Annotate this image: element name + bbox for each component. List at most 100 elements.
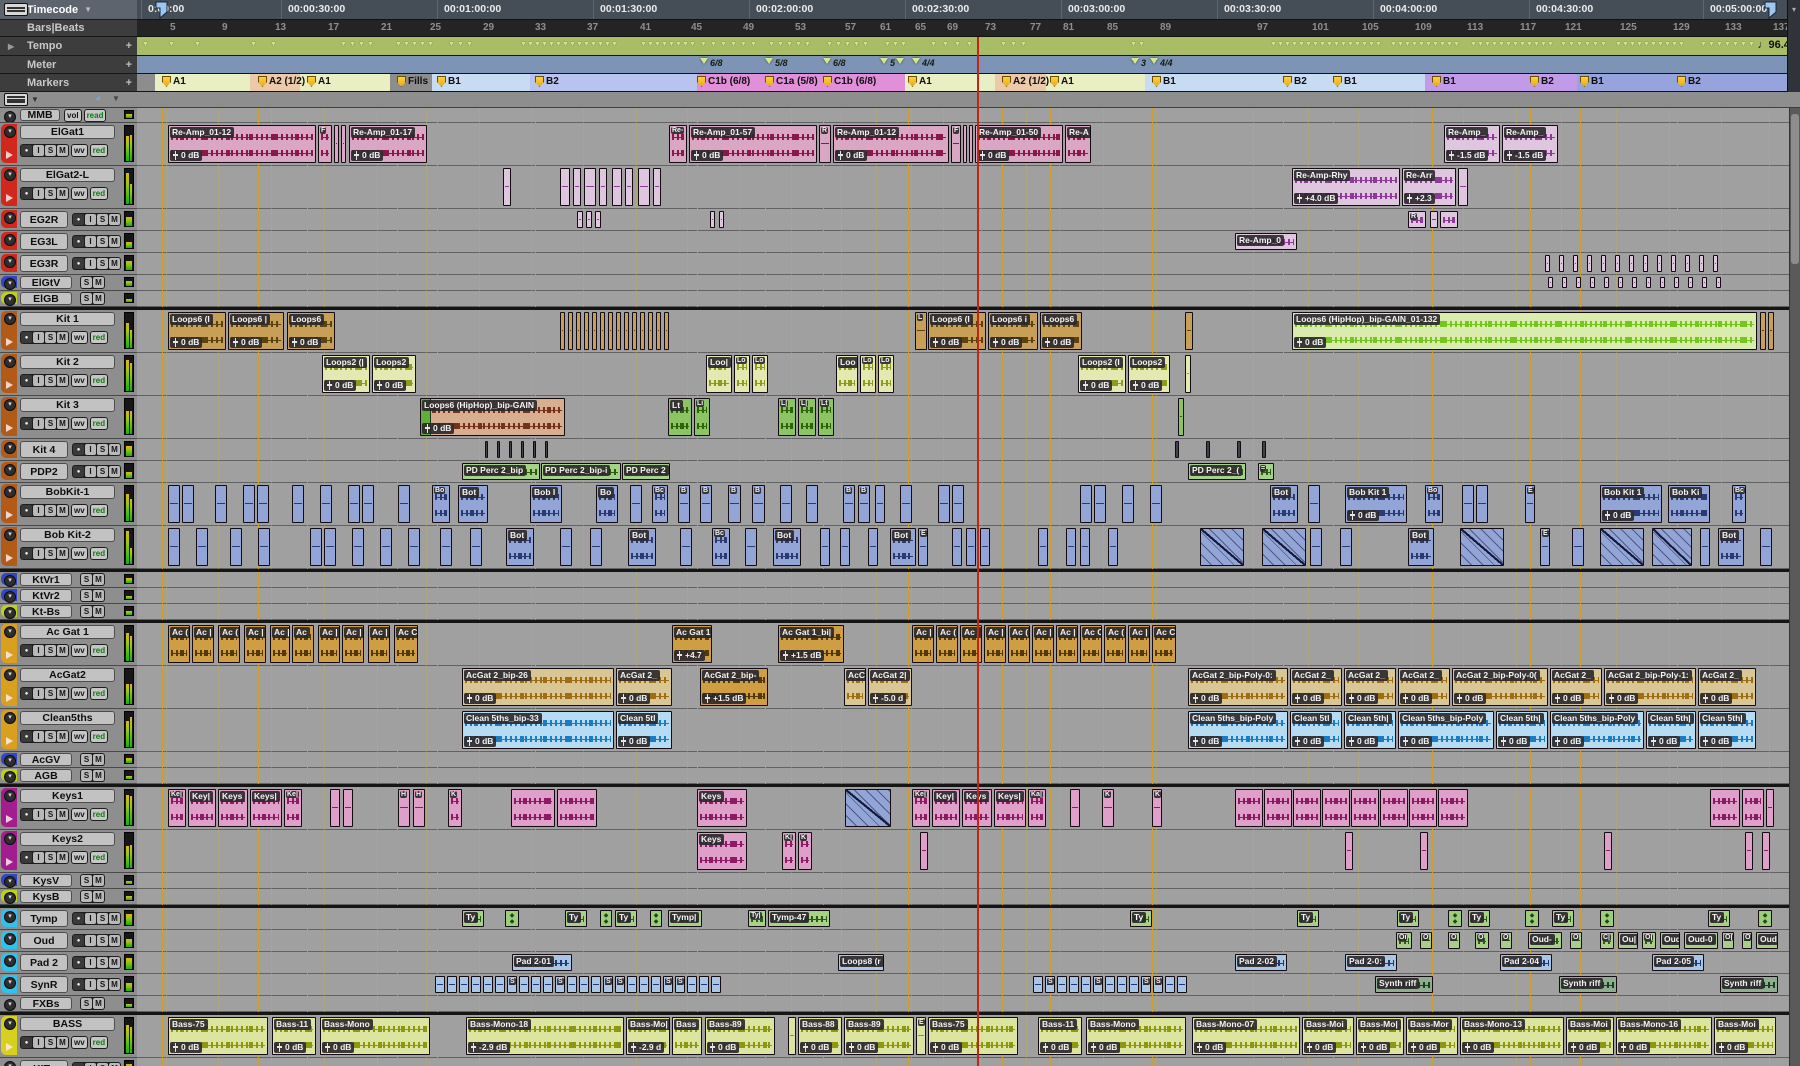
audio-clip[interactable]: Loops2 (I0 dB (1078, 355, 1126, 393)
audio-clip[interactable]: Bc (652, 485, 668, 523)
track-lane-elgat1[interactable]: Re-Amp_01-120 dBFRe-Amp_01-170 dBRe-Re-A… (137, 123, 1790, 166)
audio-clip[interactable] (576, 312, 581, 350)
audio-clip[interactable]: O (1500, 932, 1512, 949)
mute-button[interactable]: M (57, 418, 68, 429)
audio-clip[interactable]: K (1102, 789, 1114, 827)
mute-button[interactable]: M (93, 754, 104, 765)
track-name[interactable]: MMB (20, 109, 60, 121)
tempo-change-icon[interactable]: ▼ (1748, 41, 1755, 49)
audio-clip[interactable] (608, 312, 613, 350)
audio-clip[interactable]: Ac C (394, 625, 418, 663)
track-collapse-button[interactable]: ▾ (4, 169, 16, 181)
audio-clip[interactable]: Keys| (994, 789, 1026, 827)
track-collapse-button[interactable]: ▾ (4, 1018, 16, 1030)
record-enable-button[interactable]: ● (21, 852, 32, 863)
track-lane-kt-bs[interactable] (137, 604, 1790, 620)
track-color-tab[interactable]: ▾ (1, 710, 17, 749)
tempo-change-icon[interactable]: ▼ (548, 41, 555, 49)
track-lane-ac-gat-1[interactable]: Ac (Ac |Ac (Ac |Ac |AcAc |Ac |Ac |Ac CAc… (137, 623, 1790, 666)
audio-clip[interactable]: AcGat 2_0 dB (1698, 668, 1756, 706)
track-list-view-icon[interactable] (4, 93, 28, 106)
track-collapse-button[interactable]: ▾ (4, 356, 16, 368)
track-color-tab[interactable]: ▾ (1, 931, 17, 949)
audio-clip[interactable] (168, 528, 180, 566)
tempo-change-icon[interactable]: ▼ (1397, 41, 1404, 49)
audio-clip[interactable]: Bass-880 dB (798, 1017, 842, 1055)
audio-clip[interactable] (1409, 789, 1437, 827)
marker-flag-icon[interactable] (1002, 76, 1011, 87)
input-monitor-button[interactable]: I (33, 418, 44, 429)
tempo-change-icon[interactable]: ▼ (1305, 41, 1312, 49)
tempo-change-icon[interactable]: ▼ (777, 41, 784, 49)
audio-clip[interactable]: Bc (1732, 485, 1746, 523)
audio-clip[interactable] (586, 211, 592, 228)
audio-clip[interactable] (257, 485, 269, 523)
tempo-change-icon[interactable]: ▼ (555, 41, 562, 49)
track-collapse-button[interactable]: ▾ (4, 755, 16, 767)
tempo-change-icon[interactable]: ▼ (892, 41, 899, 49)
track-color-tab[interactable]: ▾ (1, 573, 17, 585)
track-lane-pad-2[interactable]: Pad 2-01Loops8 (rPad 2-02Pad 2-0:Pad 2-0… (137, 952, 1790, 974)
audio-clip[interactable]: Ac | (912, 625, 934, 663)
track-header-oud[interactable]: ▾Oud●ISM (0, 930, 137, 952)
solo-button[interactable]: S (45, 688, 56, 699)
tempo-ruler[interactable]: ▼▼▼▼▼▼▼▼▼▼▼▼▼▼▼▼▼▼▼▼▼▼▼▼▼▼▼▼▼▼▼▼▼▼▼▼▼▼▼▼… (137, 37, 1800, 56)
track-collapse-button[interactable]: ▾ (4, 464, 16, 476)
audio-clip[interactable] (1548, 277, 1553, 288)
audio-clip[interactable] (1237, 441, 1241, 458)
audio-clip[interactable] (584, 312, 589, 350)
tempo-change-icon[interactable]: ▼ (534, 41, 541, 49)
track-color-tab[interactable]: ▾ (1, 210, 17, 228)
track-header-kt-bs[interactable]: ▾Kt-BsSM (0, 604, 137, 620)
tempo-change-icon[interactable]: ▼ (1340, 41, 1347, 49)
audio-clip[interactable] (503, 168, 511, 206)
expand-arrow-icon[interactable]: ▶ (8, 42, 14, 51)
track-header-keys1[interactable]: ▾Keys1▼●ISMwvred (0, 787, 137, 830)
audio-clip[interactable] (656, 312, 661, 350)
edit-cursor-icon[interactable] (1764, 1, 1778, 19)
track-header-ktvr2[interactable]: ▾KtVr2SM (0, 588, 137, 604)
audio-clip[interactable]: ◆◆ (650, 910, 662, 927)
tempo-change-icon[interactable]: ▼ (640, 41, 647, 49)
audio-clip[interactable] (699, 976, 709, 993)
solo-button[interactable]: S (97, 935, 108, 946)
audio-clip[interactable]: Keys| (250, 789, 282, 827)
track-header-kit-4[interactable]: ▾Kit 4●ISM (0, 439, 137, 461)
track-header-clean5ths[interactable]: ▾Clean5ths▼●ISMwvred (0, 709, 137, 752)
audio-clip[interactable] (324, 528, 336, 566)
audio-clip[interactable]: AcGat 2_0 dB (1290, 668, 1342, 706)
track-header-ktvr1[interactable]: ▾KtVr1SM (0, 572, 137, 588)
track-collapse-button[interactable]: ▾ (4, 669, 16, 681)
audio-clip[interactable] (1657, 255, 1662, 272)
audio-clip[interactable] (969, 125, 973, 163)
audio-clip[interactable] (348, 485, 360, 523)
input-monitor-button[interactable]: I (33, 688, 44, 699)
audio-clip[interactable] (1674, 277, 1679, 288)
track-header-tymp[interactable]: ▾Tymp●ISM (0, 908, 137, 930)
audio-clip[interactable]: H (398, 789, 410, 827)
track-name[interactable]: PDP2 (20, 463, 68, 480)
audio-clip[interactable] (1699, 255, 1704, 272)
solo-button[interactable]: S (45, 505, 56, 516)
tempo-change-icon[interactable]: ▼ (1560, 41, 1567, 49)
track-name[interactable]: ElGB (20, 292, 72, 305)
audio-clip[interactable]: Loops60 dB (287, 312, 335, 350)
mute-button[interactable]: M (109, 957, 120, 968)
solo-button[interactable]: S (45, 548, 56, 559)
audio-clip[interactable]: Loops6 |0 dB (228, 312, 284, 350)
record-enable-button[interactable]: ● (21, 1037, 32, 1048)
mute-button[interactable]: M (57, 688, 68, 699)
audio-clip[interactable] (485, 441, 488, 458)
track-color-tab[interactable]: ▾ (1, 605, 17, 617)
tempo-change-icon[interactable]: ▼ (1277, 41, 1284, 49)
memory-location-marker[interactable]: B2 (535, 76, 559, 87)
audio-clip[interactable]: Ac | (192, 625, 214, 663)
waveform-view-button[interactable]: wv (72, 852, 87, 863)
tempo-change-icon[interactable]: ▼ (340, 41, 347, 49)
automation-read-button[interactable]: red (91, 188, 107, 199)
audio-clip[interactable] (320, 485, 332, 523)
audio-clip[interactable]: Clean 5tl0 dB (616, 711, 672, 749)
audio-clip[interactable] (435, 976, 445, 993)
audio-clip[interactable]: O| (1642, 932, 1656, 949)
audio-clip[interactable] (1430, 211, 1438, 228)
